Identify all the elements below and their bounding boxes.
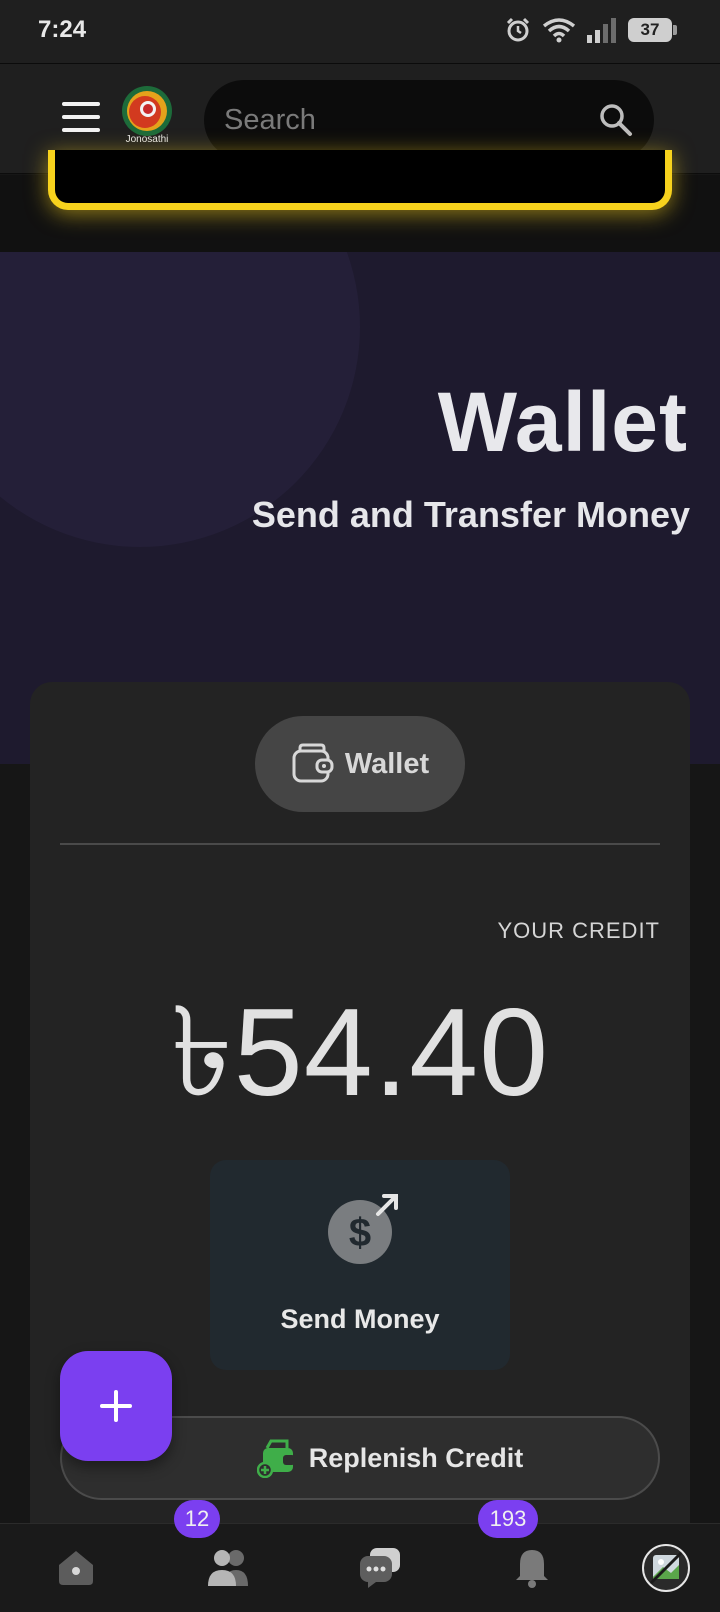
- send-money-button[interactable]: $ Send Money: [210, 1160, 510, 1370]
- app-logo[interactable]: Jonosathi: [115, 84, 179, 152]
- wallet-tab-label: Wallet: [344, 747, 430, 780]
- friends-badge: 12: [174, 1500, 220, 1538]
- alarm-icon: [506, 17, 530, 42]
- card-divider: [60, 843, 660, 845]
- create-fab-button[interactable]: [60, 1351, 172, 1461]
- home-icon: [59, 1551, 93, 1585]
- logo-text: Jonosathi: [125, 134, 169, 145]
- battery-indicator: 37: [628, 18, 677, 42]
- wallet-tab[interactable]: Wallet: [255, 716, 465, 812]
- logo-emblem-icon: [122, 86, 172, 136]
- status-icons: 37: [504, 16, 677, 44]
- nav-messages[interactable]: [350, 1540, 410, 1596]
- avatar: [642, 1544, 690, 1592]
- search-icon[interactable]: [598, 102, 634, 138]
- nav-notifications[interactable]: 193: [478, 1500, 562, 1596]
- send-money-icon: $: [328, 1194, 398, 1264]
- replenish-credit-label: Replenish Credit: [308, 1442, 524, 1473]
- notifications-badge: 193: [478, 1500, 538, 1538]
- send-money-label: Send Money: [280, 1304, 440, 1334]
- nav-profile[interactable]: [636, 1540, 696, 1596]
- page-subtitle: Send and Transfer Money: [251, 494, 690, 535]
- wallet-card: Wallet YOUR CREDIT ৳54.40 $ Send Money R…: [30, 682, 690, 1612]
- status-time: 7:24: [38, 16, 87, 43]
- wallet-icon: [292, 743, 334, 783]
- credit-label: YOUR CREDIT: [497, 918, 660, 943]
- nav-home[interactable]: [46, 1540, 106, 1596]
- wifi-icon: [542, 18, 576, 43]
- status-bar: 7:24 37: [0, 0, 720, 64]
- friends-icon: [208, 1550, 248, 1586]
- signal-icon: [587, 18, 616, 43]
- hamburger-menu-icon[interactable]: [62, 102, 100, 132]
- banner-card[interactable]: [48, 150, 672, 210]
- bottom-navigation: 12 193: [0, 1500, 720, 1612]
- bell-icon: [516, 1550, 548, 1588]
- page-title: Wallet: [437, 375, 688, 469]
- search-bar: [204, 80, 654, 160]
- chat-icon: [360, 1548, 400, 1588]
- svg-text:$: $: [349, 1211, 371, 1255]
- replenish-wallet-icon: [256, 1439, 295, 1478]
- nav-friends[interactable]: 12: [174, 1500, 258, 1596]
- search-input[interactable]: [224, 80, 584, 160]
- credit-amount: ৳54.40: [170, 984, 550, 1122]
- plus-icon: [100, 1390, 132, 1422]
